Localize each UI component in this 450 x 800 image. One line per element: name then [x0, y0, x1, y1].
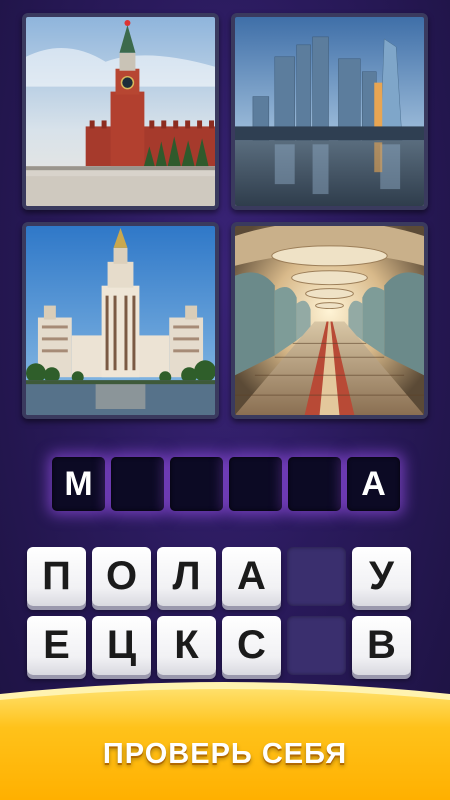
answer-slot[interactable]	[111, 457, 164, 511]
promo-banner: ПРОВЕРЬ СЕБЯ	[0, 676, 450, 800]
letter-tile-empty	[287, 547, 346, 606]
letter-tile[interactable]: А	[222, 547, 281, 606]
letter-tile-empty	[287, 616, 346, 675]
letter-tile[interactable]: П	[27, 547, 86, 606]
cta-check-yourself[interactable]: ПРОВЕРЬ СЕБЯ	[0, 738, 450, 771]
letter-tile[interactable]: В	[352, 616, 411, 675]
letter-tile[interactable]: Е	[27, 616, 86, 675]
picture-grid	[22, 13, 428, 421]
picture-university-building[interactable]	[22, 222, 219, 419]
answer-slot[interactable]	[170, 457, 223, 511]
letter-tile[interactable]: О	[92, 547, 151, 606]
answer-slot[interactable]	[288, 457, 341, 511]
letter-bank: П О Л А У Е Ц К С В	[27, 547, 427, 685]
letter-tile[interactable]: Л	[157, 547, 216, 606]
letter-tile[interactable]: Ц	[92, 616, 151, 675]
answer-row: М А	[52, 457, 402, 511]
letter-tile[interactable]: С	[222, 616, 281, 675]
answer-slot[interactable]: М	[52, 457, 105, 511]
answer-slot[interactable]: А	[347, 457, 400, 511]
letter-tile[interactable]: У	[352, 547, 411, 606]
picture-kremlin-tower[interactable]	[22, 13, 219, 210]
answer-slot[interactable]	[229, 457, 282, 511]
picture-metro-station[interactable]	[231, 222, 428, 419]
letter-row-2: Е Ц К С В	[27, 616, 427, 675]
letter-row-1: П О Л А У	[27, 547, 427, 606]
picture-city-skyline[interactable]	[231, 13, 428, 210]
letter-tile[interactable]: К	[157, 616, 216, 675]
